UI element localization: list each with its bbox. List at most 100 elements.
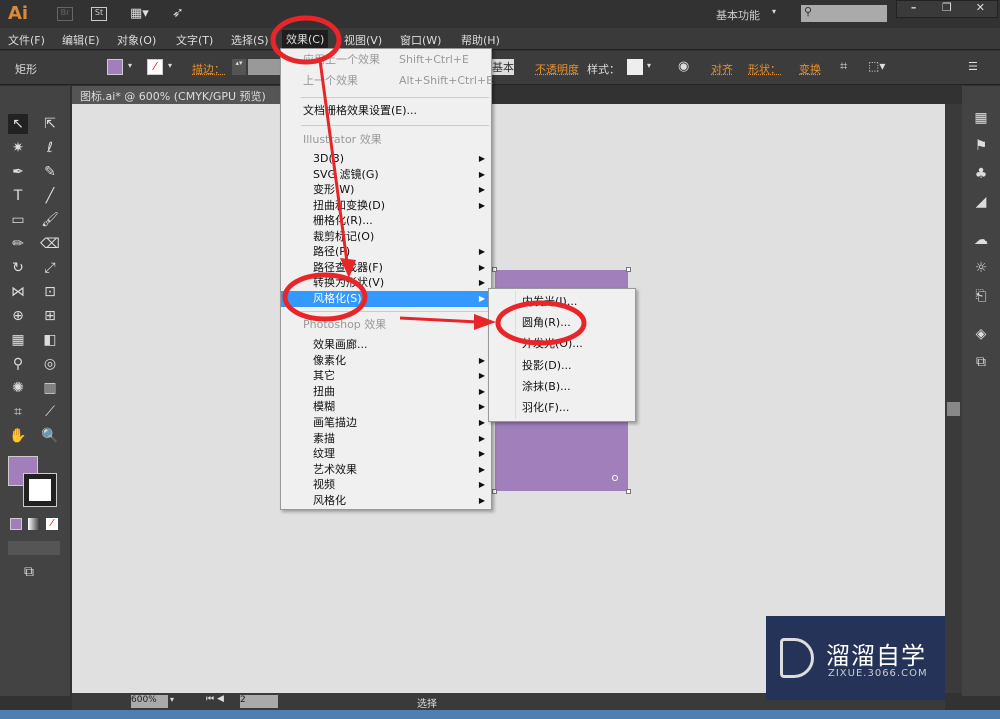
gradient-mode-button[interactable] [28, 518, 40, 530]
gradient-tool-icon[interactable]: ◧ [40, 330, 60, 350]
hand-tool-icon[interactable]: ✋ [8, 426, 28, 446]
menu-item[interactable]: 其它 ▶ [281, 368, 491, 384]
menu-object[interactable]: 对象(O) [117, 32, 156, 48]
menu-type[interactable]: 文字(T) [176, 32, 213, 48]
export-icon[interactable]: ⎗ [971, 288, 991, 308]
graph-tool-icon[interactable]: ▥ [40, 378, 60, 398]
brushes-icon[interactable]: ⚑ [971, 138, 991, 158]
scale-tool-icon[interactable]: ⤢ [40, 258, 60, 278]
restore-button[interactable]: ❐ [930, 1, 963, 17]
align-link[interactable]: 对齐 [711, 61, 733, 77]
menu-item[interactable]: 风格化(S) ▶ [281, 290, 491, 307]
mesh-tool-icon[interactable]: ▦ [8, 330, 28, 350]
menu-item[interactable]: 画笔描边 ▶ [281, 415, 491, 431]
slice-tool-icon[interactable]: ⟋ [40, 402, 60, 422]
submenu-item[interactable]: 羽化(F)... [489, 400, 635, 416]
chevron-down-icon[interactable]: ▾ [772, 7, 776, 16]
menu-item[interactable]: 风格化 ▶ [281, 493, 491, 509]
stroke-swatch[interactable]: ⁄ [147, 59, 163, 75]
curvature-tool-icon[interactable]: ✎ [40, 162, 60, 182]
zoom-field[interactable]: 600% [131, 695, 168, 708]
menu-item[interactable]: SVG 滤镜(G) ▶ [281, 167, 491, 183]
paintbrush-icon[interactable]: 🖌 [40, 210, 60, 230]
blend-tool-icon[interactable]: ◎ [40, 354, 60, 374]
artboard-prev-icon[interactable]: ⏮ ◀ [206, 694, 224, 704]
select-similar-icon[interactable]: ⬚▾ [868, 59, 885, 73]
fill-swatch[interactable] [107, 59, 123, 75]
resize-handle[interactable] [492, 489, 497, 494]
direct-selection-tool-icon[interactable]: ⇱ [40, 114, 60, 134]
menu-item[interactable]: 扭曲 ▶ [281, 384, 491, 400]
menu-window[interactable]: 窗口(W) [400, 32, 441, 48]
resize-handle[interactable] [492, 267, 497, 272]
menu-item[interactable]: 3D(3) ▶ [281, 151, 491, 167]
opacity-link[interactable]: 不透明度 [535, 61, 579, 77]
stock-button[interactable]: St [91, 7, 107, 21]
magic-wand-icon[interactable]: ✷ [8, 138, 28, 158]
zoom-dropdown[interactable]: ▾ [170, 695, 174, 704]
stroke-label[interactable]: 描边： [192, 61, 225, 77]
document-tab[interactable]: 图标.ai* @ 600% (CMYK/GPU 预览) [72, 86, 282, 104]
rectangle-tool-icon[interactable]: ▭ [8, 210, 28, 230]
appearance-icon[interactable]: ☼ [971, 260, 991, 280]
menu-effect[interactable]: 效果(C) [282, 30, 329, 48]
menu-view[interactable]: 视图(V) [344, 32, 382, 48]
draw-modes[interactable] [8, 541, 60, 555]
artboard-tool-icon[interactable]: ⌗ [8, 402, 28, 422]
corner-widget[interactable] [612, 475, 618, 481]
rotate-tool-icon[interactable]: ↻ [8, 258, 28, 278]
cc-libraries-icon[interactable]: ☁ [971, 232, 991, 252]
eraser-icon[interactable]: ⌫ [40, 234, 60, 254]
menu-select[interactable]: 选择(S) [231, 32, 269, 48]
stroke-stepper[interactable]: ▴▾ [232, 59, 246, 75]
scroll-thumb[interactable] [947, 402, 960, 416]
menu-file[interactable]: 文件(F) [8, 32, 45, 48]
menu-item[interactable]: 变形(W) ▶ [281, 182, 491, 198]
menu-item[interactable]: 路径(P) ▶ [281, 244, 491, 260]
menu-item-previous-effect[interactable]: 上一个效果 Alt+Shift+Ctrl+E [281, 73, 493, 89]
style-dropdown[interactable]: ▾ [647, 61, 651, 70]
menu-help[interactable]: 帮助(H) [461, 32, 500, 48]
submenu-item[interactable]: 圆角(R)... [489, 315, 635, 331]
eyedropper-icon[interactable]: ⚲ [8, 354, 28, 374]
graphic-styles-icon[interactable]: ◢ [971, 194, 991, 214]
perspective-grid-icon[interactable]: ⊞ [40, 306, 60, 326]
close-button[interactable]: ✕ [964, 1, 997, 17]
brush-definition[interactable]: 基本 [492, 59, 514, 75]
minimize-button[interactable]: – [897, 1, 930, 17]
swatches-icon[interactable]: ▦ [971, 110, 991, 130]
menu-item[interactable]: 艺术效果 ▶ [281, 462, 491, 478]
graphic-style-swatch[interactable] [627, 59, 643, 75]
stroke-dropdown[interactable]: ▾ [168, 61, 172, 70]
fill-dropdown[interactable]: ▾ [128, 61, 132, 70]
stroke-weight-input[interactable] [248, 59, 280, 75]
stroke-color-box[interactable] [23, 473, 57, 507]
transform-link[interactable]: 变换 [799, 61, 821, 77]
menu-item[interactable]: 素描 ▶ [281, 431, 491, 447]
vertical-scrollbar[interactable] [945, 104, 962, 693]
type-tool-icon[interactable]: T [8, 186, 28, 206]
submenu-item[interactable]: 涂抹(B)... [489, 379, 635, 395]
menu-item[interactable]: 视频 ▶ [281, 477, 491, 493]
current-tool-status[interactable]: 选择 [417, 695, 437, 710]
gpu-rocket-icon[interactable]: ➶ [172, 5, 184, 21]
shape-builder-icon[interactable]: ⊕ [8, 306, 28, 326]
layers-icon[interactable]: ◈ [971, 326, 991, 346]
workspace-switcher[interactable]: 基本功能 [716, 7, 760, 23]
menu-item[interactable]: 路径查找器(F) ▶ [281, 260, 491, 276]
submenu-item[interactable]: 投影(D)... [489, 358, 635, 374]
menu-item[interactable]: 裁剪标记(O) [281, 229, 491, 245]
isolate-icon[interactable]: ⌗ [840, 59, 847, 74]
color-mode-button[interactable] [10, 518, 22, 530]
menu-item-previous-effect[interactable]: 应用上一个效果 Shift+Ctrl+E [281, 52, 491, 68]
recolor-icon[interactable]: ◉ [678, 59, 689, 74]
lasso-icon[interactable]: ℓ [40, 138, 60, 158]
shape-link[interactable]: 形状： [748, 61, 781, 77]
menu-item-raster-settings[interactable]: 文档栅格效果设置(E)... [281, 103, 491, 119]
submenu-item[interactable]: 内发光(I)... [489, 294, 635, 310]
submenu-item[interactable]: 外发光(O)... [489, 336, 635, 352]
free-transform-icon[interactable]: ⊡ [40, 282, 60, 302]
line-tool-icon[interactable]: ╱ [40, 186, 60, 206]
screen-mode-icon[interactable]: ⧉ [24, 564, 34, 580]
resize-handle[interactable] [626, 489, 631, 494]
